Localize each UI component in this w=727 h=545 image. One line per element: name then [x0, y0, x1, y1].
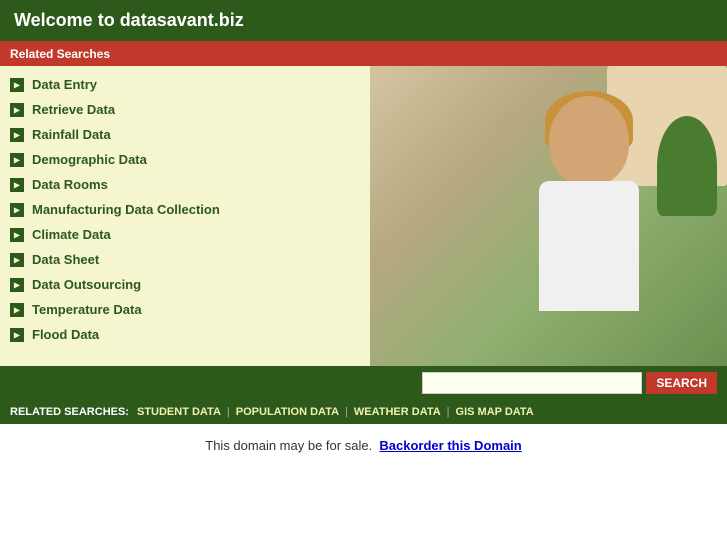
list-item[interactable]: Demographic Data: [0, 147, 370, 172]
bullet-icon: [10, 328, 24, 342]
bullet-icon: [10, 228, 24, 242]
bullet-icon: [10, 153, 24, 167]
bottom-related-link[interactable]: POPULATION DATA: [236, 406, 339, 418]
list-item[interactable]: Data Outsourcing: [0, 272, 370, 297]
link-text: Data Outsourcing: [32, 277, 141, 292]
bullet-icon: [10, 203, 24, 217]
backorder-link[interactable]: Backorder this Domain: [379, 438, 521, 453]
bottom-bar-label: RELATED SEARCHES:: [10, 406, 129, 418]
link-text: Manufacturing Data Collection: [32, 202, 220, 217]
search-button[interactable]: SEARCH: [646, 372, 717, 394]
bullet-icon: [10, 278, 24, 292]
footer-static-text: This domain may be for sale.: [205, 438, 372, 453]
bottom-related-link[interactable]: STUDENT DATA: [137, 406, 221, 418]
link-text: Rainfall Data: [32, 127, 111, 142]
main-content: Data Entry Retrieve Data Rainfall Data Demo…: [0, 66, 727, 366]
footer-text: This domain may be for sale. Backorder t…: [205, 438, 521, 453]
link-text: Data Entry: [32, 77, 97, 92]
bottom-related-link[interactable]: WEATHER DATA: [354, 406, 441, 418]
search-area: SEARCH: [0, 366, 727, 400]
list-item[interactable]: Data Sheet: [0, 247, 370, 272]
separator: |: [345, 406, 348, 418]
list-item[interactable]: Climate Data: [0, 222, 370, 247]
search-input[interactable]: [422, 372, 642, 394]
link-text: Temperature Data: [32, 302, 142, 317]
bullet-icon: [10, 78, 24, 92]
list-item[interactable]: Data Rooms: [0, 172, 370, 197]
list-item[interactable]: Temperature Data: [0, 297, 370, 322]
site-title: Welcome to datasavant.biz: [14, 10, 244, 30]
separator: |: [447, 406, 450, 418]
bullet-icon: [10, 128, 24, 142]
list-item[interactable]: Retrieve Data: [0, 97, 370, 122]
hero-image: [370, 66, 727, 366]
bullet-icon: [10, 253, 24, 267]
related-searches-bar: Related Searches: [0, 41, 727, 66]
list-item[interactable]: Flood Data: [0, 322, 370, 347]
related-searches-label: Related Searches: [10, 47, 110, 61]
header: Welcome to datasavant.biz: [0, 0, 727, 41]
bullet-icon: [10, 178, 24, 192]
list-item[interactable]: Manufacturing Data Collection: [0, 197, 370, 222]
links-column: Data Entry Retrieve Data Rainfall Data Demo…: [0, 66, 370, 366]
bottom-related-bar: RELATED SEARCHES: STUDENT DATA | POPULATIO…: [0, 400, 727, 424]
link-text: Retrieve Data: [32, 102, 115, 117]
footer: This domain may be for sale. Backorder t…: [0, 424, 727, 467]
person-figure: [489, 86, 689, 366]
link-text: Flood Data: [32, 327, 99, 342]
list-item[interactable]: Rainfall Data: [0, 122, 370, 147]
link-text: Demographic Data: [32, 152, 147, 167]
link-text: Data Rooms: [32, 177, 108, 192]
link-text: Climate Data: [32, 227, 111, 242]
bottom-related-link[interactable]: GIS MAP DATA: [456, 406, 534, 418]
person-body: [539, 181, 639, 311]
bullet-icon: [10, 303, 24, 317]
link-text: Data Sheet: [32, 252, 99, 267]
image-column: [370, 66, 727, 366]
person-head: [549, 96, 629, 186]
list-item[interactable]: Data Entry: [0, 72, 370, 97]
bullet-icon: [10, 103, 24, 117]
separator: |: [227, 406, 230, 418]
